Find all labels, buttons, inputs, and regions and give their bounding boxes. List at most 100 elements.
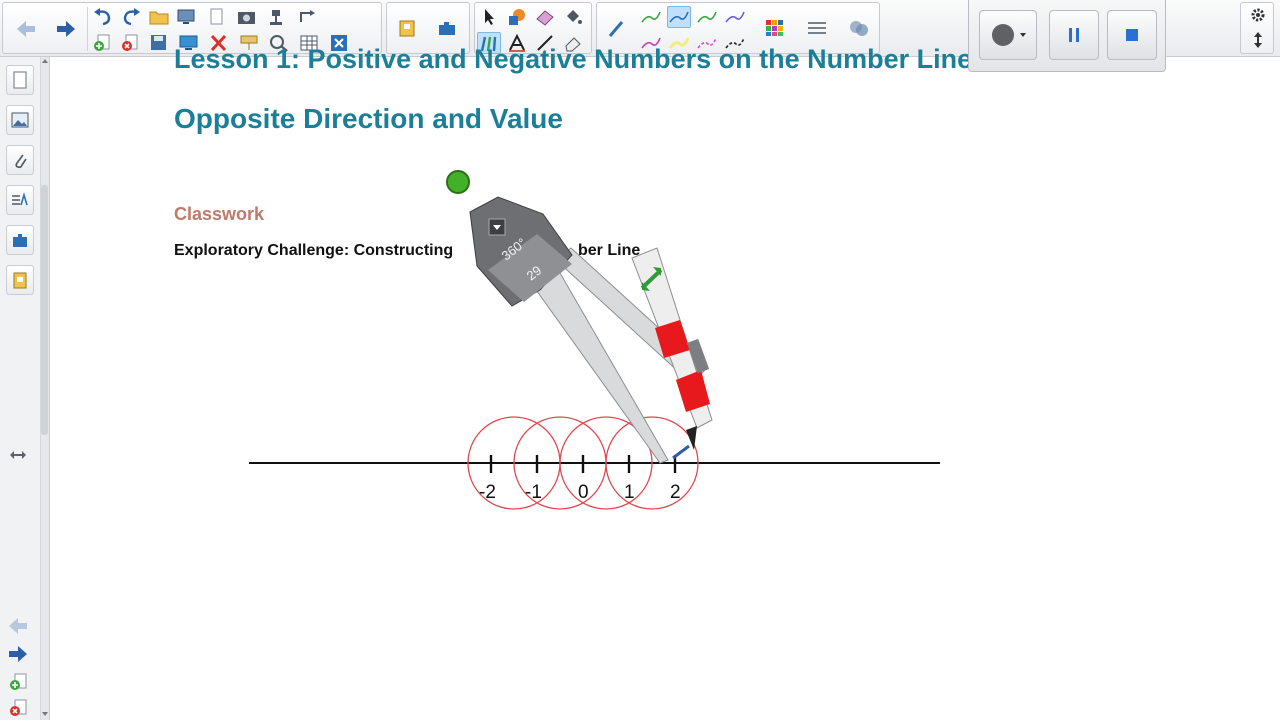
magic-tool-button[interactable] bbox=[561, 6, 585, 28]
record-button[interactable] bbox=[979, 10, 1037, 60]
page-subtitle: Opposite Direction and Value bbox=[174, 103, 563, 134]
pen-stroke-icon bbox=[725, 11, 745, 23]
select-tool-button[interactable] bbox=[477, 6, 501, 28]
lesson-title: Lesson 1: Positive and Negative Numbers … bbox=[174, 44, 973, 74]
toolkit-icon bbox=[13, 272, 27, 289]
expand-handle-icon[interactable] bbox=[8, 445, 28, 465]
remove-page-icon bbox=[10, 699, 27, 716]
add-page-icon bbox=[10, 673, 27, 690]
number-line-label: 1 bbox=[624, 482, 635, 503]
shapes-icon bbox=[509, 9, 525, 25]
folder-icon bbox=[149, 11, 169, 25]
sidebar-forward-button[interactable] bbox=[6, 643, 30, 665]
document-camera-button[interactable] bbox=[265, 6, 289, 28]
pause-button[interactable] bbox=[1049, 10, 1099, 60]
pen-cursor-icon bbox=[672, 444, 690, 460]
side-tabs bbox=[0, 57, 50, 720]
recorder-panel bbox=[968, 0, 1166, 72]
addons-button[interactable] bbox=[435, 17, 459, 39]
scroll-up-icon[interactable] bbox=[42, 59, 48, 63]
properties-tab[interactable] bbox=[6, 185, 34, 215]
back-button[interactable] bbox=[13, 16, 39, 42]
eraser-shape-icon bbox=[536, 10, 554, 26]
puzzle-icon bbox=[13, 234, 27, 247]
stop-button[interactable] bbox=[1107, 10, 1157, 60]
sidebar-back-button[interactable] bbox=[6, 615, 30, 637]
palette-grid-icon bbox=[766, 20, 783, 36]
compass-arcs bbox=[467, 416, 699, 510]
pen-style-4[interactable] bbox=[723, 6, 747, 28]
forward-button[interactable] bbox=[53, 16, 79, 42]
pen-style-1[interactable] bbox=[639, 6, 663, 28]
pen-style-3[interactable] bbox=[695, 6, 719, 28]
stop-icon bbox=[1126, 29, 1138, 41]
page-icon bbox=[210, 8, 223, 25]
attachments-tab[interactable] bbox=[6, 145, 34, 175]
undo-icon bbox=[94, 8, 111, 26]
remove-page-icon bbox=[122, 34, 138, 51]
pen-stroke-icon bbox=[641, 11, 661, 23]
pen-stroke-icon bbox=[669, 11, 689, 23]
shapes-tool-button[interactable] bbox=[505, 6, 529, 28]
insert-page-button[interactable] bbox=[91, 32, 115, 54]
cursor-icon bbox=[485, 9, 494, 25]
gallery-icon bbox=[399, 20, 415, 37]
color-palette-button[interactable] bbox=[763, 17, 787, 39]
compass-circle bbox=[513, 416, 607, 510]
arrow-left-icon bbox=[9, 618, 27, 634]
redo-button[interactable] bbox=[119, 6, 143, 28]
screen-capture-button[interactable] bbox=[235, 6, 259, 28]
pen-icon bbox=[608, 21, 624, 37]
add-page-icon bbox=[94, 34, 110, 51]
move-toolbar-button[interactable] bbox=[1246, 29, 1270, 51]
gallery-tab[interactable] bbox=[6, 105, 34, 135]
arrow-left-icon bbox=[17, 21, 35, 37]
delete-page-button[interactable] bbox=[119, 32, 143, 54]
monitor-icon bbox=[177, 9, 195, 24]
sidebar-add-page-button[interactable] bbox=[6, 671, 30, 693]
section-heading: Classwork bbox=[174, 204, 265, 224]
paperclip-icon bbox=[15, 154, 27, 169]
sidebar-delete-page-button[interactable] bbox=[6, 697, 30, 719]
camera-icon bbox=[238, 12, 255, 24]
paint-bucket-icon bbox=[567, 10, 582, 24]
number-line-labels: -2 -1 0 1 2 bbox=[479, 482, 681, 503]
compass-rotate-handle-icon[interactable] bbox=[446, 170, 470, 194]
display-button[interactable] bbox=[175, 6, 199, 28]
gear-icon bbox=[1251, 8, 1265, 22]
gallery-button[interactable] bbox=[395, 17, 419, 39]
document-camera-icon bbox=[270, 10, 282, 25]
arrow-right-icon bbox=[9, 646, 27, 662]
open-file-button[interactable] bbox=[147, 6, 171, 28]
compass-circle bbox=[467, 416, 561, 510]
challenge-heading-start: Exploratory Challenge: Constructing bbox=[174, 242, 454, 259]
record-options-icon[interactable] bbox=[1020, 33, 1026, 37]
page-sorter-tab[interactable] bbox=[6, 65, 34, 95]
compass-circle bbox=[605, 416, 699, 510]
lesson-activity-tab[interactable] bbox=[6, 265, 34, 295]
line-style-button[interactable] bbox=[805, 17, 829, 39]
undo-button[interactable] bbox=[91, 6, 115, 28]
image-icon bbox=[11, 112, 29, 128]
new-page-button[interactable] bbox=[205, 6, 229, 28]
settings-button[interactable] bbox=[1246, 4, 1270, 26]
redo-icon bbox=[123, 8, 140, 26]
compass-tool[interactable]: 360° 29 bbox=[446, 170, 713, 464]
number-line-label: -1 bbox=[525, 482, 542, 503]
scroll-down-icon[interactable] bbox=[42, 712, 48, 716]
save-button[interactable] bbox=[147, 32, 171, 54]
scroll-thumb[interactable] bbox=[41, 185, 48, 435]
disk-icon bbox=[151, 35, 166, 50]
rotate-button[interactable] bbox=[295, 6, 319, 28]
fill-tool-button[interactable] bbox=[533, 6, 557, 28]
toolbar-separator bbox=[87, 7, 88, 51]
sidebar-scrollbar[interactable] bbox=[40, 57, 49, 720]
pen-button[interactable] bbox=[605, 17, 629, 39]
pen-style-2[interactable] bbox=[667, 6, 691, 28]
number-line-label: 0 bbox=[578, 482, 589, 503]
arrow-right-icon bbox=[57, 21, 75, 37]
addons-tab[interactable] bbox=[6, 225, 34, 255]
record-icon bbox=[992, 24, 1014, 46]
transparency-button[interactable] bbox=[847, 17, 871, 39]
number-line-ticks bbox=[489, 455, 677, 473]
